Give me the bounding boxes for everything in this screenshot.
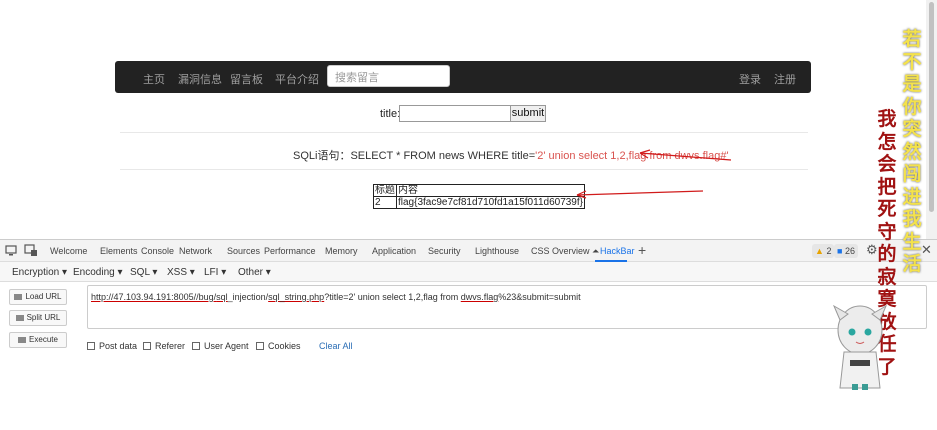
option-label: Cookies	[268, 341, 301, 351]
url-part: _injection/	[227, 292, 269, 302]
tab-elements[interactable]: Elements	[100, 246, 138, 256]
menu-xss[interactable]: XSS ▾	[167, 267, 195, 278]
checkbox[interactable]	[256, 342, 264, 350]
url-text: http://47.103.94.191:8005//bug/sql_injec…	[91, 292, 581, 302]
message-badge[interactable]: ■ 26	[834, 244, 858, 258]
plus-icon[interactable]: +	[638, 242, 646, 258]
execute-icon	[18, 336, 27, 343]
url-part: %23&submit=submit	[498, 292, 581, 302]
arrow-sql	[639, 152, 732, 161]
split-url-button[interactable]: Split URL	[9, 310, 67, 326]
split-url-label: Split URL	[26, 313, 61, 322]
menu-lfi[interactable]: LFI ▾	[204, 267, 226, 278]
menu-encryption[interactable]: Encryption ▾	[12, 267, 67, 278]
arrow-table	[576, 190, 704, 196]
hackbar-menu: Encryption ▾ Encoding ▾ SQL ▾ XSS ▾ LFI …	[0, 262, 937, 282]
tab-hackbar[interactable]: HackBar	[600, 246, 635, 256]
checkbox[interactable]	[143, 342, 151, 350]
option-cookies[interactable]: Cookies	[256, 341, 301, 351]
url-part: ?title=2' union select 1,2,flag from	[324, 292, 461, 302]
inspect-icon[interactable]	[24, 244, 38, 257]
warning-badge[interactable]: ▲ 2	[812, 244, 835, 258]
device-toggle-icon[interactable]	[5, 244, 19, 257]
tab-application[interactable]: Application	[372, 246, 416, 256]
url-part: sql	[216, 292, 228, 302]
checkbox[interactable]	[192, 342, 200, 350]
tab-welcome[interactable]: Welcome	[50, 246, 87, 256]
load-url-label: Load URL	[25, 292, 62, 301]
url-part: dwvs.flag	[460, 292, 499, 302]
clear-all-link[interactable]: Clear All	[319, 341, 353, 351]
tab-css-overview[interactable]: CSS Overview ⏶	[531, 246, 599, 257]
url-part: http://47.103.94.191:8005//bug/	[91, 292, 217, 302]
checkbox[interactable]	[87, 342, 95, 350]
load-url-button[interactable]: Load URL	[9, 289, 67, 305]
tab-lighthouse[interactable]: Lighthouse	[475, 246, 519, 256]
execute-label: Execute	[29, 335, 58, 344]
tab-network[interactable]: Network	[179, 246, 212, 256]
option-user-agent[interactable]: User Agent	[192, 341, 249, 351]
url-textarea[interactable]: http://47.103.94.191:8005//bug/sql_injec…	[87, 285, 927, 329]
devtools-tabbar: Welcome Elements Console Network Sources…	[0, 240, 937, 262]
split-url-icon	[15, 314, 24, 321]
menu-encoding[interactable]: Encoding ▾	[73, 267, 123, 278]
tab-performance[interactable]: Performance	[264, 246, 316, 256]
option-referer[interactable]: Referer	[143, 341, 185, 351]
option-label: User Agent	[204, 341, 249, 351]
tab-console[interactable]: Console	[141, 246, 174, 256]
menu-other[interactable]: Other ▾	[238, 267, 271, 278]
tab-sources[interactable]: Sources	[227, 246, 260, 256]
overlay-text-line1: 若不是你突然闯进我生活	[902, 28, 922, 275]
load-url-icon	[14, 293, 23, 300]
warning-count: 2	[826, 246, 832, 256]
execute-button[interactable]: Execute	[9, 332, 67, 348]
devtools-panel: Welcome Elements Console Network Sources…	[0, 239, 937, 430]
anime-mascot-image	[832, 304, 888, 390]
menu-sql[interactable]: SQL ▾	[130, 267, 157, 278]
warning-icon: ▲	[815, 246, 824, 256]
option-label: Post data	[99, 341, 138, 351]
tab-memory[interactable]: Memory	[325, 246, 358, 256]
message-count: 26	[844, 246, 855, 256]
option-label: Referer	[155, 341, 186, 351]
message-icon: ■	[837, 246, 843, 256]
url-part: sql_string.php	[268, 292, 325, 302]
option-post-data[interactable]: Post data	[87, 341, 137, 351]
tab-security[interactable]: Security	[428, 246, 461, 256]
